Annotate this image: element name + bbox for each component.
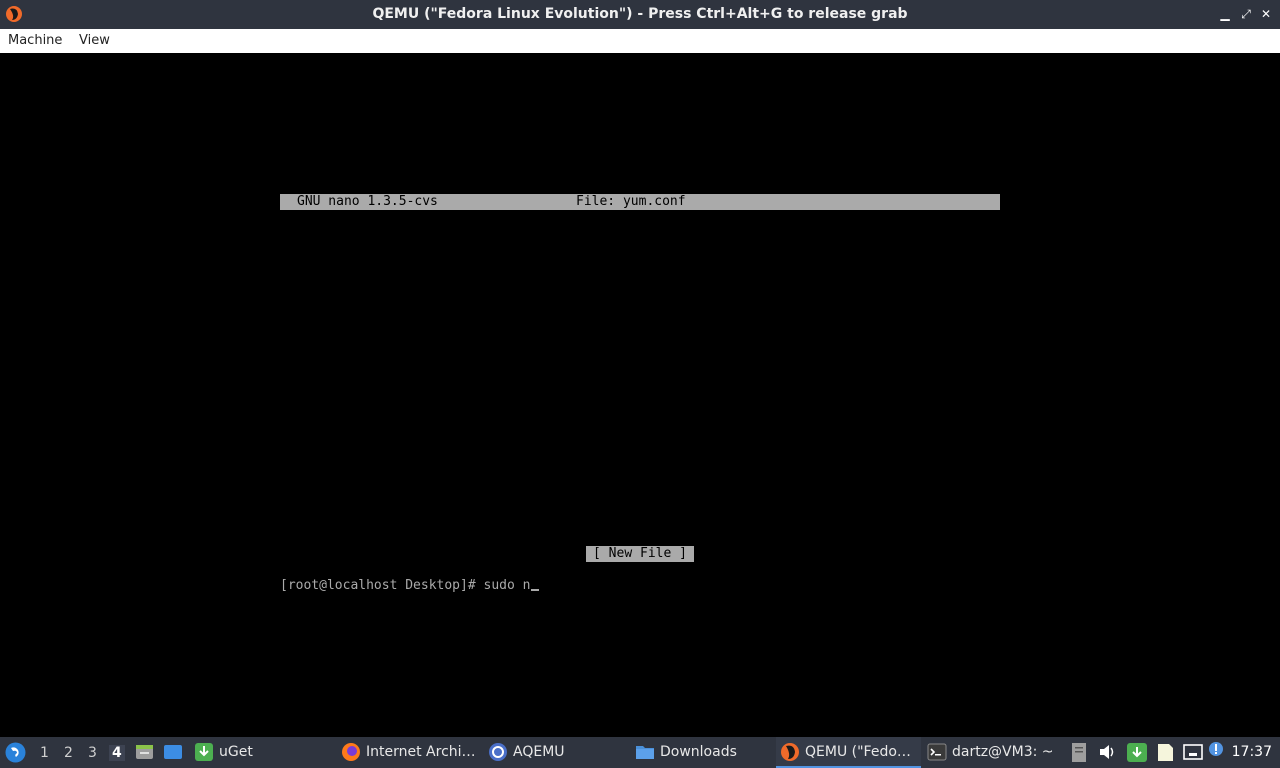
aqemu-icon [489, 742, 507, 761]
task-label: Internet Archi… [366, 743, 476, 760]
task-qemu[interactable]: QEMU ("Fedo… [776, 737, 921, 768]
start-menu-icon[interactable] [5, 742, 26, 763]
task-downloads[interactable]: Downloads [635, 737, 737, 766]
uget-icon [195, 742, 213, 761]
text-cursor [531, 589, 540, 591]
volume-icon[interactable] [1098, 743, 1118, 761]
task-label: dartz@VM3: ~ [952, 743, 1054, 760]
workspace-3[interactable]: 3 [88, 745, 97, 761]
network-icon[interactable] [1182, 743, 1204, 761]
restore-button[interactable]: ⤢ [1238, 6, 1254, 22]
menu-bar: Machine View [0, 29, 1280, 54]
shell-prompt-text: [root@localhost Desktop]# sudo n [280, 578, 531, 593]
nano-title-bar: GNU nano 1.3.5-cvs File: yum.conf [280, 194, 1000, 210]
clipboard-icon[interactable] [1071, 742, 1087, 763]
minimize-button[interactable]: ▁ [1217, 6, 1233, 22]
window-titlebar[interactable]: QEMU ("Fedora Linux Evolution") - Press … [0, 0, 1280, 29]
task-label: AQEMU [513, 743, 565, 760]
task-terminal[interactable]: dartz@VM3: ~ [927, 737, 1054, 766]
task-internet-archive[interactable]: Internet Archi… [341, 737, 476, 766]
shell-prompt: [root@localhost Desktop]# sudo n [280, 578, 540, 594]
terminal-icon [927, 743, 947, 760]
notes-icon[interactable] [1155, 742, 1175, 763]
vm-display[interactable] [0, 53, 1280, 737]
workspace-2[interactable]: 2 [64, 745, 73, 761]
nano-status-message: [ New File ] [586, 546, 694, 562]
file-manager-icon[interactable] [135, 743, 154, 761]
task-label: uGet [219, 743, 253, 760]
menu-machine[interactable]: Machine [8, 33, 62, 48]
task-label: QEMU ("Fedo… [805, 743, 911, 760]
nano-version: GNU nano 1.3.5-cvs [297, 194, 438, 209]
task-label: Downloads [660, 743, 737, 760]
firefox-icon [342, 742, 360, 761]
workspace-4[interactable]: 4 [109, 745, 125, 761]
clock[interactable]: 17:37 [1232, 744, 1272, 760]
show-desktop-icon[interactable] [163, 743, 183, 761]
workspace-1[interactable]: 1 [40, 745, 49, 761]
qemu-icon [781, 742, 799, 761]
taskbar: 1 2 3 4 uGet Internet Archi… AQEMU Downl… [0, 737, 1280, 768]
folder-icon [636, 745, 654, 759]
nano-filename: File: yum.conf [576, 194, 686, 209]
window-title: QEMU ("Fedora Linux Evolution") - Press … [372, 6, 908, 22]
menu-view[interactable]: View [79, 33, 110, 48]
task-aqemu[interactable]: AQEMU [488, 737, 565, 766]
close-button[interactable]: ✕ [1258, 6, 1274, 22]
task-uget[interactable]: uGet [194, 737, 253, 766]
uget-tray-icon[interactable] [1126, 742, 1148, 763]
notification-icon[interactable] [1208, 741, 1224, 757]
